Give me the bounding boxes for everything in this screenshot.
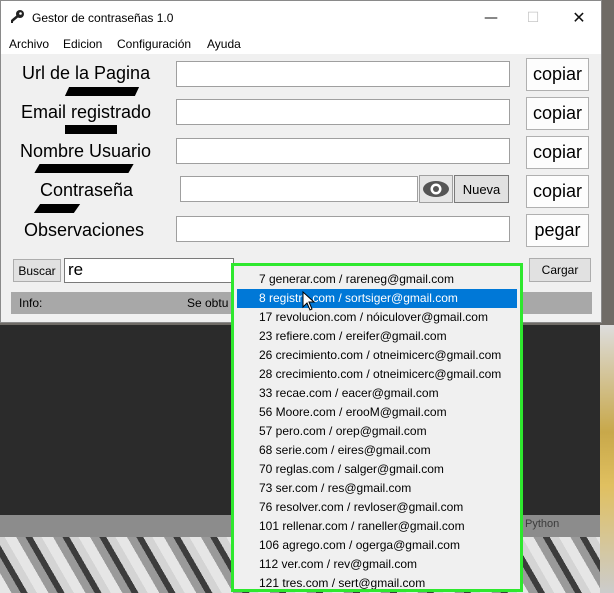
redaction-mark xyxy=(65,125,117,134)
redaction-mark xyxy=(64,87,140,96)
email-field[interactable] xyxy=(176,99,510,125)
suggestion-item[interactable]: 23 refiere.com / ereifer@gmail.com xyxy=(237,327,517,346)
suggestion-item[interactable]: 28 crecimiento.com / otneimicerc@gmail.c… xyxy=(237,365,517,384)
notes-label: Observaciones xyxy=(24,220,145,240)
suggestion-item[interactable]: 121 tres.com / sert@gmail.com xyxy=(237,574,517,589)
background-edge xyxy=(600,325,614,593)
mouse-cursor-icon xyxy=(302,291,316,311)
search-button[interactable]: Buscar xyxy=(13,259,61,282)
copy-password-button[interactable]: copiar xyxy=(526,175,589,208)
username-label: Nombre Usuario xyxy=(20,141,152,161)
copy-username-button[interactable]: copiar xyxy=(526,136,589,169)
menu-configuracion[interactable]: Configuración xyxy=(117,37,191,51)
username-field[interactable] xyxy=(176,138,510,164)
suggestion-item[interactable]: 26 crecimiento.com / otneimicerc@gmail.c… xyxy=(237,346,517,365)
info-label: Info: xyxy=(19,296,43,310)
load-button[interactable]: Cargar xyxy=(529,258,591,282)
suggestion-item[interactable]: 76 resolver.com / revloser@gmail.com xyxy=(237,498,517,517)
password-field[interactable] xyxy=(180,176,418,202)
url-label: Url de la Pagina xyxy=(22,63,151,83)
copy-email-button[interactable]: copiar xyxy=(526,97,589,130)
menu-ayuda[interactable]: Ayuda xyxy=(207,37,241,51)
email-label: Email registrado xyxy=(21,102,152,122)
generate-password-button[interactable]: Nueva xyxy=(454,175,509,203)
search-suggestions-dropdown[interactable]: 7 generar.com / rareneg@gmail.com 8 regi… xyxy=(231,263,523,592)
close-button[interactable]: ✕ xyxy=(556,1,602,34)
menu-archivo[interactable]: Archivo xyxy=(9,37,49,51)
window-title: Gestor de contraseñas 1.0 xyxy=(32,11,174,25)
suggestion-item[interactable]: 106 agrego.com / ogerga@gmail.com xyxy=(237,536,517,555)
show-password-button[interactable] xyxy=(419,175,453,203)
suggestion-item[interactable]: 101 rellenar.com / raneller@gmail.com xyxy=(237,517,517,536)
suggestion-item[interactable]: 33 recae.com / eacer@gmail.com xyxy=(237,384,517,403)
suggestion-item[interactable]: 56 Moore.com / erooM@gmail.com xyxy=(237,403,517,422)
notes-field[interactable] xyxy=(176,216,510,242)
suggestion-item[interactable]: 57 pero.com / orep@gmail.com xyxy=(237,422,517,441)
url-field[interactable] xyxy=(176,61,510,87)
key-icon xyxy=(11,10,24,23)
search-input[interactable]: re xyxy=(64,258,234,283)
maximize-button[interactable]: ☐ xyxy=(510,1,556,34)
title-bar: Gestor de contraseñas 1.0 — ☐ ✕ xyxy=(1,1,601,34)
suggestion-item[interactable]: 7 generar.com / rareneg@gmail.com xyxy=(237,270,517,289)
suggestion-item[interactable]: 73 ser.com / res@gmail.com xyxy=(237,479,517,498)
suggestion-item[interactable]: 68 serie.com / eires@gmail.com xyxy=(237,441,517,460)
menu-edicion[interactable]: Edicion xyxy=(63,37,102,51)
paste-notes-button[interactable]: pegar xyxy=(526,214,589,247)
redaction-mark xyxy=(34,164,134,173)
info-status: Se obtu xyxy=(187,296,229,310)
minimize-button[interactable]: — xyxy=(468,1,514,34)
background-python-label: Python xyxy=(525,518,560,530)
eye-icon xyxy=(423,181,449,197)
password-label: Contraseña xyxy=(40,180,134,200)
copy-url-button[interactable]: copiar xyxy=(526,58,589,91)
suggestion-item[interactable]: 70 reglas.com / salger@gmail.com xyxy=(237,460,517,479)
menu-bar: Archivo Edicion Configuración Ayuda xyxy=(1,34,601,54)
suggestion-item-selected[interactable]: 8 registro.com / sortsiger@gmail.com xyxy=(237,289,517,308)
redaction-mark xyxy=(33,204,81,213)
suggestion-item[interactable]: 112 ver.com / rev@gmail.com xyxy=(237,555,517,574)
suggestion-item[interactable]: 17 revolucion.com / nóiculover@gmail.com xyxy=(237,308,517,327)
